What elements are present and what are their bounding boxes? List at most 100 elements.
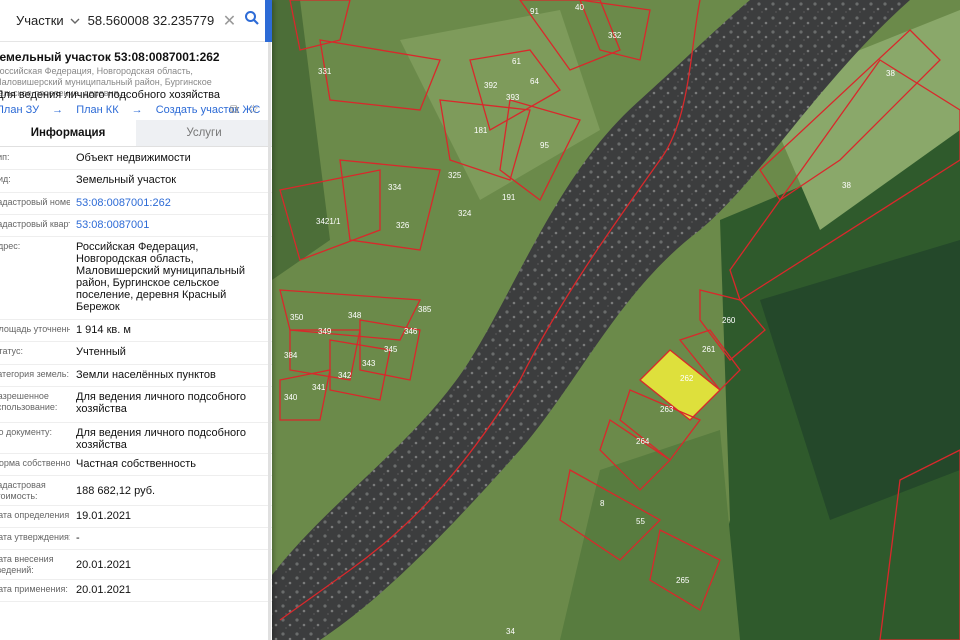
map-parcel-label[interactable]: 331 (318, 67, 332, 76)
info-value: Для ведения личного подсобного хозяйства (76, 391, 247, 415)
map-parcel-label[interactable]: 265 (676, 576, 690, 585)
map-parcel-label[interactable]: 324 (458, 209, 472, 218)
info-row: Кадастровый квартал:53:08:0087001 (0, 215, 272, 237)
map-parcel-label[interactable]: 340 (284, 393, 298, 402)
info-label: Статус: (0, 346, 23, 356)
map-parcel-label[interactable]: 55 (636, 517, 645, 526)
plan-zu-label: План ЗУ (0, 104, 40, 116)
info-label: Дата утверждения: (0, 532, 70, 542)
map-parcel-label[interactable]: 64 (530, 77, 539, 86)
info-row: Кадастровая стоимость: 188 682,12 руб. (0, 476, 272, 506)
map-parcel-label[interactable]: 393 (506, 93, 520, 102)
plan-zu-link[interactable]: План ЗУ → (0, 104, 63, 116)
map-parcel-label[interactable]: 392 (484, 81, 498, 90)
info-value: Земли населённых пунктов (76, 369, 216, 381)
copy-icon[interactable]: ⧉ (230, 102, 239, 117)
info-row: Дата внесения сведений: 20.01.2021 (0, 550, 272, 580)
info-row: Форма собственности: Частная собственност… (0, 454, 272, 476)
info-row: Категория земель: Земли населённых пункто… (0, 365, 272, 387)
cadastral-number-link[interactable]: 53:08:0087001:262 (70, 193, 272, 214)
map-parcel-label[interactable]: 384 (284, 351, 298, 360)
info-label: Категория земель: (0, 369, 69, 379)
map-parcel-label[interactable]: 346 (404, 327, 418, 336)
search-scope-select[interactable]: Участки (16, 13, 64, 28)
map-parcel-label[interactable]: 332 (608, 31, 622, 40)
info-row: По документу: Для ведения личного подсобн… (0, 423, 272, 454)
map-parcel-label[interactable]: 34 (506, 627, 515, 636)
info-label: Дата применения: (0, 584, 68, 594)
info-row: Тип: Объект недвижимости (0, 148, 272, 170)
info-label: Кадастровая стоимость: (0, 480, 46, 501)
map-parcel-label[interactable]: 262 (680, 374, 694, 383)
info-label: Площадь уточненная: (0, 324, 70, 334)
search-input[interactable]: 58.560008 32.235779 (88, 13, 221, 28)
map-parcel-label[interactable]: 38 (842, 181, 851, 190)
info-label: Дата определения: (0, 510, 70, 520)
tab-info[interactable]: Информация (0, 120, 136, 146)
info-value: Российская Федерация, Новгородская облас… (76, 241, 245, 313)
info-value: Учтенный (76, 346, 126, 358)
plan-kk-link[interactable]: План КК → (76, 104, 142, 116)
info-value: 19.01.2021 (76, 510, 132, 522)
parcel-title: Земельный участок 53:08:0087001:262 (0, 50, 220, 64)
map-parcel-label[interactable]: 8 (600, 499, 605, 508)
close-icon[interactable]: ✕ (221, 11, 238, 31)
map-parcel-label[interactable]: 343 (362, 359, 376, 368)
chevron-down-icon[interactable] (70, 12, 80, 30)
map-parcel-label[interactable]: 61 (512, 57, 521, 66)
plan-kk-label: План КК (76, 104, 119, 116)
info-row: Дата утверждения:- (0, 528, 272, 550)
info-row: Разрешенное использование: Для ведения ли… (0, 387, 272, 423)
map-parcel-label[interactable]: 334 (388, 183, 402, 192)
info-label: Кадастровый номер: (0, 197, 70, 207)
map-parcel-label[interactable]: 342 (338, 371, 352, 380)
info-value: Для ведения личного подсобного хозяйства (76, 427, 247, 451)
info-row: Статус: Учтенный (0, 342, 272, 365)
panel-scrollbar[interactable] (268, 42, 271, 640)
search-button-edge[interactable] (265, 0, 272, 42)
map-parcel-label[interactable]: 341 (312, 383, 326, 392)
info-value: Земельный участок (76, 174, 177, 186)
info-row: Дата определения: 19.01.2021 (0, 506, 272, 528)
info-label: По документу: (0, 427, 53, 437)
info-label: Вид: (0, 174, 11, 184)
search-icon[interactable] (244, 10, 265, 31)
star-icon[interactable]: ☆ (248, 102, 259, 116)
map-parcel-label[interactable]: 91 (530, 7, 539, 16)
info-table: Тип: Объект недвижимости Вид: Земельный уч… (0, 148, 272, 602)
tab-services[interactable]: Услуги (136, 120, 272, 146)
map-parcel-label[interactable]: 38 (886, 69, 895, 78)
info-value: 1 914 кв. м (76, 324, 131, 336)
map-parcel-label[interactable]: 348 (348, 311, 362, 320)
info-value: 20.01.2021 (76, 559, 132, 571)
map-parcel-label[interactable]: 350 (290, 313, 304, 322)
map-parcel-label[interactable]: 345 (384, 345, 398, 354)
map-parcel-label[interactable]: 40 (575, 3, 584, 12)
create-zs-label: Создать участок ЖС (155, 104, 261, 116)
map-parcel-label[interactable]: 181 (474, 126, 488, 135)
info-label: Форма собственности: (0, 458, 70, 468)
map-parcel-label[interactable]: 260 (722, 316, 736, 325)
cadastral-quarter-link[interactable]: 53:08:0087001 (70, 215, 272, 236)
map-parcel-label[interactable]: 191 (502, 193, 516, 202)
map-parcel-label[interactable]: 264 (636, 437, 650, 446)
info-row: Кадастровый номер:53:08:0087001:262 (0, 193, 272, 215)
map-parcel-label[interactable]: 261 (702, 345, 716, 354)
info-panel: Участки 58.560008 32.235779 ✕ Земельный … (0, 0, 272, 640)
info-label: Тип: (0, 152, 10, 162)
parcel-purpose: Для ведения личного подсобного хозяйства (0, 89, 220, 101)
search-bar: Участки 58.560008 32.235779 ✕ (0, 0, 265, 42)
map-parcel-label[interactable]: 385 (418, 305, 432, 314)
map-parcel-label[interactable]: 349 (318, 327, 332, 336)
info-value: - (76, 532, 80, 544)
map-parcel-label[interactable]: 95 (540, 141, 549, 150)
map-parcel-label[interactable]: 325 (448, 171, 462, 180)
info-row: Площадь уточненная: 1 914 кв. м (0, 320, 272, 342)
info-value: 20.01.2021 (76, 584, 132, 596)
info-value: Объект недвижимости (76, 152, 191, 164)
info-row: Адрес: Российская Федерация, Новгородская… (0, 237, 272, 320)
map-parcel-label[interactable]: 263 (660, 405, 674, 414)
info-value: Частная собственность (76, 458, 197, 470)
map-parcel-label[interactable]: 326 (396, 221, 410, 230)
map-parcel-label[interactable]: 3421/1 (316, 217, 341, 226)
